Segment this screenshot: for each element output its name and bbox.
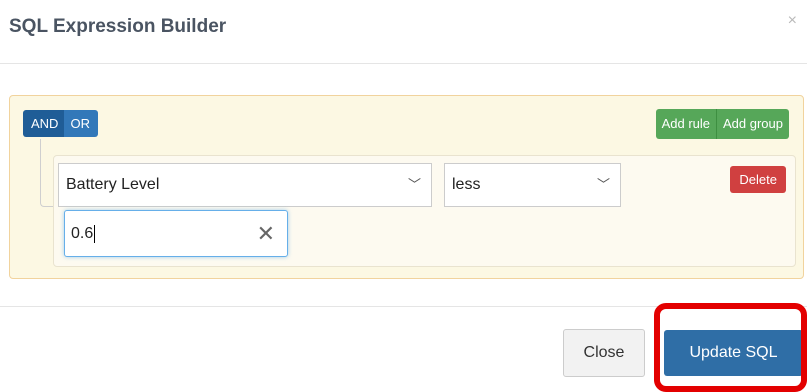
highlight-annotation — [654, 303, 807, 392]
chevron-down-icon: ﹀ — [596, 177, 610, 192]
value-input-text: 0.6 — [71, 225, 94, 242]
close-button[interactable]: Close — [563, 329, 645, 377]
add-buttons: Add rule Add group — [655, 109, 789, 139]
chevron-down-icon: ﹀ — [407, 177, 421, 192]
add-rule-button[interactable]: Add rule — [655, 109, 717, 139]
text-caret — [94, 224, 96, 243]
rule-row: Battery Level ﹀ less ﹀ Delete 0.6 ✕ — [53, 155, 796, 267]
add-group-button[interactable]: Add group — [717, 109, 789, 139]
value-input[interactable]: 0.6 ✕ — [64, 210, 288, 257]
operator-select-value: less — [452, 176, 481, 193]
field-select-value: Battery Level — [66, 176, 160, 193]
close-icon[interactable]: × — [788, 12, 797, 30]
conjunction-toggle: AND OR — [23, 110, 98, 137]
clear-icon[interactable]: ✕ — [257, 211, 275, 256]
delete-rule-button[interactable]: Delete — [730, 166, 786, 193]
modal-title: SQL Expression Builder — [9, 16, 227, 37]
and-button[interactable]: AND — [23, 110, 65, 137]
or-button[interactable]: OR — [64, 110, 98, 137]
field-select[interactable]: Battery Level ﹀ — [58, 163, 432, 207]
operator-select[interactable]: less ﹀ — [444, 163, 621, 207]
modal-header: SQL Expression Builder × — [0, 0, 807, 64]
tree-connector — [40, 139, 54, 207]
rule-group: AND OR Add rule Add group Battery Level … — [9, 95, 804, 279]
